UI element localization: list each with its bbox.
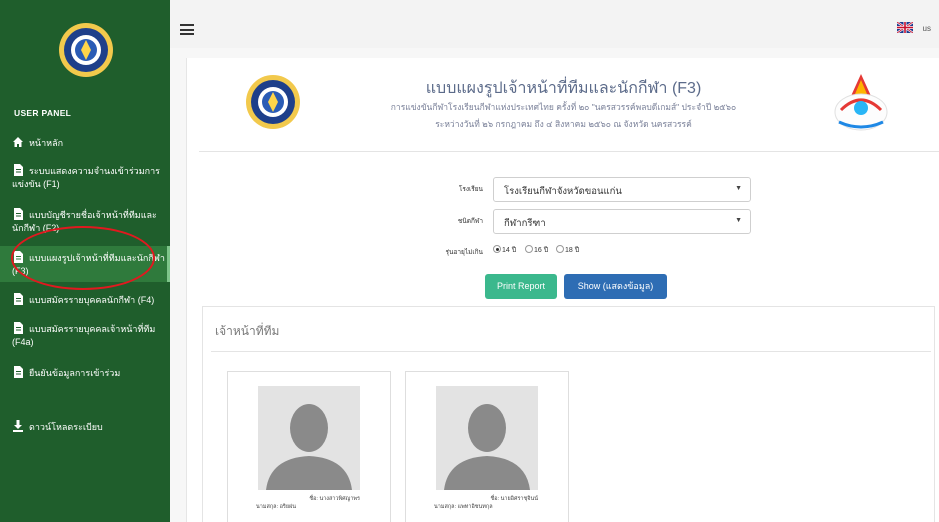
main-content: แบบแผงรูปเจ้าหน้าที่ทีมและนักกีฬา (F3) ก… — [170, 48, 939, 522]
staff-name: ชื่อ: นายอิศราชุจินน์ — [490, 496, 538, 502]
age-radio-14[interactable]: 14 ปี — [493, 245, 516, 256]
school-emblem-logo — [59, 23, 113, 77]
staff-name: ชื่อ: นางสาวพิศญาพร — [309, 496, 360, 502]
radio-label: 18 ปี — [565, 247, 580, 254]
person-silhouette-icon — [266, 404, 352, 490]
age-radio-16[interactable]: 16 ปี — [525, 245, 548, 256]
red-highlight-circle — [11, 226, 155, 290]
sidebar-item-home[interactable]: หน้าหลัก — [12, 136, 164, 150]
chevron-down-icon: ▼ — [735, 185, 742, 192]
sidebar-item-label: ระบบแสดงความจำนงเข้าร่วมการแข่งขัน (F1) — [12, 166, 161, 189]
panel-title: USER PANEL — [14, 108, 72, 118]
age-label: รุ่นอายุไม่เกิน — [445, 249, 483, 256]
hamburger-menu-icon[interactable] — [180, 24, 194, 35]
avatar — [258, 386, 360, 490]
sidebar-item-f4[interactable]: แบบสมัครรายบุคคลนักกีฬา (F4) — [12, 293, 164, 307]
school-label: โรงเรียน — [458, 186, 483, 193]
radio-icon — [525, 245, 533, 253]
sport-select[interactable]: กีฬากรีฑา ▼ — [493, 209, 751, 234]
sidebar-item-label: หน้าหลัก — [29, 138, 64, 148]
sidebar-item-f4a[interactable]: แบบสมัครรายบุคคลเจ้าหน้าที่ทีม (F4a) — [12, 322, 164, 349]
document-icon — [14, 164, 23, 176]
page-title: แบบแผงรูปเจ้าหน้าที่ทีมและนักกีฬา (F3) — [425, 80, 702, 97]
sidebar-item-label: ดาวน์โหลดระเบียบ — [29, 422, 103, 432]
download-icon — [13, 420, 23, 432]
document-icon — [14, 208, 23, 220]
divider — [211, 351, 931, 352]
page-subtitle-dates: ระหว่างวันที่ ๒๖ กรกฎาคม ถึง ๔ สิงหาคม ๒… — [435, 119, 692, 129]
document-icon — [14, 366, 23, 378]
report-card: แบบแผงรูปเจ้าหน้าที่ทีมและนักกีฬา (F3) ก… — [186, 58, 939, 522]
staff-surname: นามสกุล: แพทาอิชนทกุล — [434, 504, 493, 510]
sidebar-item-label: แบบสมัครรายบุคคลเจ้าหน้าที่ทีม (F4a) — [12, 324, 156, 347]
team-staff-heading: เจ้าหน้าที่ทีม — [215, 324, 280, 338]
sidebar-item-label: ยืนยันข้อมูลการเข้าร่วม — [29, 368, 121, 378]
sport-label: ชนิดกีฬา — [457, 218, 483, 225]
radio-selected-icon — [493, 245, 501, 253]
sidebar-item-f1[interactable]: ระบบแสดงความจำนงเข้าร่วมการแข่งขัน (F1) — [12, 164, 164, 191]
sport-select-value: กีฬากรีฑา — [504, 218, 546, 229]
radio-label: 14 ปี — [502, 247, 517, 254]
person-silhouette-icon — [444, 404, 530, 490]
show-data-button[interactable]: Show (แสดงข้อมูล) — [564, 274, 667, 299]
radio-label: 16 ปี — [534, 247, 549, 254]
sidebar-item-confirm[interactable]: ยืนยันข้อมูลการเข้าร่วม — [12, 366, 164, 380]
team-staff-panel: เจ้าหน้าที่ทีม ชื่อ: นางสาวพิศญาพร นามสก… — [202, 306, 935, 522]
avatar — [436, 386, 538, 490]
school-select[interactable]: โรงเรียนกีฬาจังหวัดขอนแก่น ▼ — [493, 177, 751, 202]
language-label[interactable]: us — [923, 24, 931, 33]
staff-surname: นามสกุล: อริยผ่น — [256, 504, 297, 510]
sidebar-item-download[interactable]: ดาวน์โหลดระเบียบ — [12, 420, 164, 434]
school-select-value: โรงเรียนกีฬาจังหวัดขอนแก่น — [504, 186, 622, 197]
uk-flag-icon[interactable] — [897, 22, 913, 33]
print-report-button[interactable]: Print Report — [485, 274, 557, 299]
staff-card[interactable]: ชื่อ: นายอิศราชุจินน์ นามสกุล: แพทาอิชนท… — [405, 371, 569, 522]
age-radio-18[interactable]: 18 ปี — [556, 245, 579, 256]
radio-icon — [556, 245, 564, 253]
games-emblem-logo — [834, 74, 888, 131]
sidebar: USER PANEL หน้าหลัก ระบบแสดงความจำนงเข้า… — [0, 0, 170, 522]
divider — [199, 151, 939, 152]
app-window: USER PANEL หน้าหลัก ระบบแสดงความจำนงเข้า… — [0, 0, 939, 522]
page-subtitle: การแข่งขันกีฬาโรงเรียนกีฬาแห่งประเทศไทย … — [390, 102, 737, 112]
staff-card[interactable]: ชื่อ: นางสาวพิศญาพร นามสกุล: อริยผ่น — [227, 371, 391, 522]
home-icon — [13, 137, 23, 147]
document-icon — [14, 293, 23, 305]
document-icon — [14, 322, 23, 334]
top-bar: us — [170, 0, 939, 48]
sidebar-item-label: แบบสมัครรายบุคคลนักกีฬา (F4) — [29, 295, 155, 305]
chevron-down-icon: ▼ — [735, 217, 742, 224]
